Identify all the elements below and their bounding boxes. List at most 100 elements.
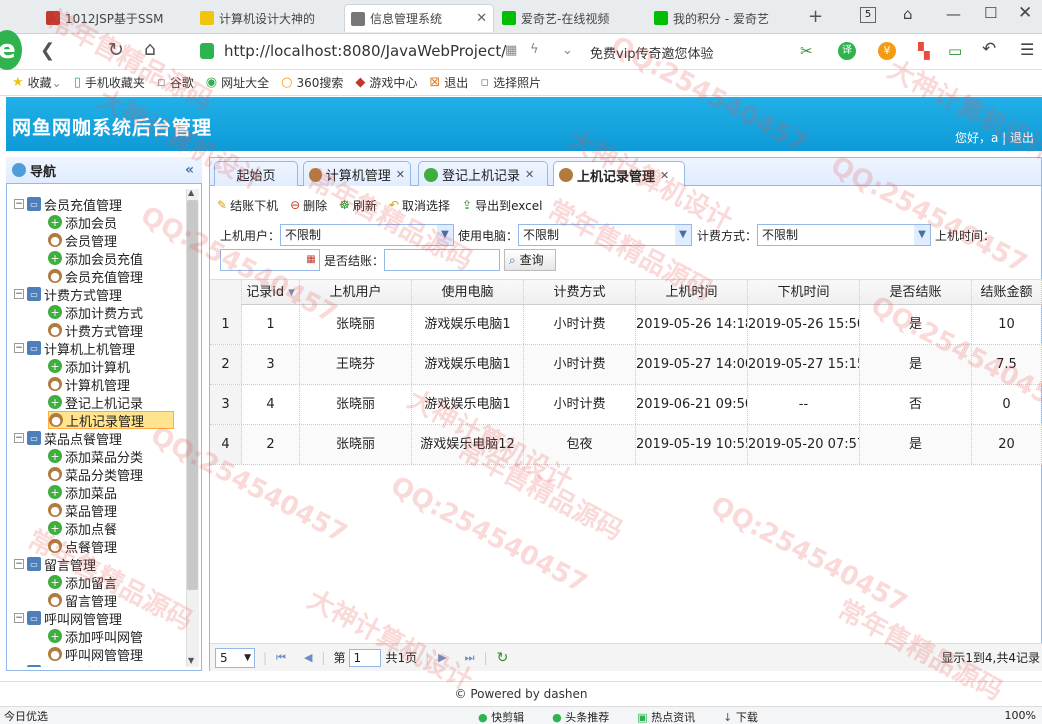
- status-item[interactable]: ● 快剪辑: [478, 709, 524, 724]
- promo-text[interactable]: 免费vip传奇邀您体验: [590, 43, 714, 62]
- expand-toggle-icon[interactable]: −: [14, 199, 24, 209]
- bookmark-item[interactable]: ▯ 手机收藏夹: [74, 74, 145, 91]
- tree-group[interactable]: − ▭ 菜品点餐管理: [14, 429, 122, 448]
- column-header[interactable]: 使用电脑: [412, 280, 524, 305]
- column-header[interactable]: 是否结账: [860, 280, 972, 305]
- bookmark-item[interactable]: ○ 360搜索: [281, 74, 343, 91]
- sort-icon[interactable]: ▾: [284, 285, 295, 300]
- column-header[interactable]: 计费方式: [524, 280, 636, 305]
- expand-toggle-icon[interactable]: −: [14, 289, 24, 299]
- table-row[interactable]: 2 3 王晓芬 游戏娱乐电脑1 小时计费 2019-05-27 14:00 2019-05-…: [210, 345, 1042, 385]
- battery-icon[interactable]: ▭: [948, 42, 962, 60]
- toolbar-button[interactable]: ⊖ 删除: [290, 197, 327, 214]
- undo-icon[interactable]: ↶: [982, 39, 996, 59]
- tree-item[interactable]: + 添加计费方式: [48, 303, 143, 322]
- tree-item[interactable]: ● 留言管理: [48, 591, 117, 610]
- scissors-icon[interactable]: ✂: [800, 42, 813, 60]
- query-button[interactable]: ⌕ 查询: [504, 249, 556, 271]
- filter-pc-select[interactable]: 不限制 ▼: [518, 224, 692, 246]
- browser-tab[interactable]: 爱奇艺-在线视频: [496, 4, 646, 32]
- bookmark-item[interactable]: ◉ 网址大全: [206, 74, 269, 91]
- page-size-select[interactable]: 5 ▼: [215, 647, 255, 668]
- chevron-down-icon[interactable]: ⌄: [562, 43, 573, 58]
- collapse-icon[interactable]: «: [185, 162, 194, 178]
- column-header[interactable]: 记录id ▾: [242, 280, 300, 305]
- next-page-icon[interactable]: ▶: [438, 651, 446, 664]
- last-page-icon[interactable]: ⏭: [465, 651, 475, 665]
- tree-group[interactable]: − ▭ 计算机上机管理: [14, 339, 135, 358]
- filter-settled-input[interactable]: [384, 249, 500, 271]
- tree-item[interactable]: + 登记上机记录: [48, 393, 143, 412]
- table-row[interactable]: 3 4 张晓丽 游戏娱乐电脑1 小时计费 2019-06-21 09:50 -- 否 0: [210, 385, 1042, 425]
- tree-group[interactable]: − ▭ 留言管理: [14, 555, 96, 574]
- tree-item[interactable]: ● 计费方式管理: [48, 321, 143, 340]
- url-input[interactable]: http://localhost:8080/JavaWebProject/: [224, 42, 506, 60]
- menu-icon[interactable]: ☰: [1020, 40, 1034, 59]
- tree-group[interactable]: − ▭ 呼叫网管管理: [14, 609, 122, 628]
- tree-item[interactable]: ● 计算机管理: [48, 375, 130, 394]
- reload-icon[interactable]: ↻: [108, 39, 124, 61]
- bookmark-item[interactable]: ▫ 选择照片: [480, 74, 541, 91]
- toolbar-button[interactable]: ☸ 刷新: [339, 197, 377, 214]
- translate-icon[interactable]: 译: [838, 42, 856, 60]
- chevron-down-icon[interactable]: ▼: [437, 225, 453, 245]
- tree-item[interactable]: ● 上机记录管理: [48, 411, 174, 430]
- tab-4[interactable]: 上机记录管理 ✕: [553, 161, 685, 188]
- browser-tab[interactable]: 1012JSP基于SSM: [40, 4, 190, 32]
- tree-group[interactable]: − ▭ 会员充值管理: [14, 195, 122, 214]
- close-tab-icon[interactable]: ✕: [396, 168, 405, 181]
- tree-item[interactable]: + 添加点餐: [48, 519, 117, 538]
- tab-count[interactable]: 5: [860, 7, 876, 23]
- close-tab-icon[interactable]: ✕: [472, 11, 487, 26]
- tree-item[interactable]: ● 会员充值管理: [48, 267, 143, 286]
- shirt-icon[interactable]: ⌂: [903, 5, 913, 23]
- grid-icon[interactable]: ▦: [505, 43, 517, 58]
- tree-item[interactable]: + 添加计算机: [48, 357, 130, 376]
- bookmark-item[interactable]: ⊠ 退出: [429, 74, 468, 91]
- browser-tab[interactable]: 我的积分 - 爱奇艺: [648, 4, 798, 32]
- new-tab-button[interactable]: +: [808, 6, 823, 27]
- expand-toggle-icon[interactable]: −: [14, 613, 24, 623]
- filter-time-input[interactable]: ▦: [220, 249, 320, 271]
- column-header[interactable]: 结账金额: [972, 280, 1042, 305]
- tab-3[interactable]: 登记上机记录 ✕: [418, 161, 548, 187]
- calendar-icon[interactable]: ▦: [303, 250, 319, 270]
- tree-item[interactable]: ● 菜品管理: [48, 501, 117, 520]
- sidebar-scroll-thumb[interactable]: [187, 200, 198, 590]
- tree-group[interactable]: − ▭ 计费方式管理: [14, 285, 122, 304]
- zoom-level[interactable]: 100%: [1005, 709, 1036, 722]
- table-row[interactable]: 4 2 张晓丽 游戏娱乐电脑12 包夜 2019-05-19 10:55 2019-05-2…: [210, 425, 1042, 465]
- page-input[interactable]: 1: [349, 648, 382, 667]
- column-header[interactable]: 下机时间: [748, 280, 860, 305]
- apps-icon[interactable]: ▚: [918, 42, 930, 60]
- tree-item[interactable]: ● 点餐管理: [48, 537, 117, 556]
- money-icon[interactable]: ¥: [878, 42, 896, 60]
- home-icon[interactable]: ⌂: [144, 38, 156, 60]
- chevron-down-icon[interactable]: ▼: [675, 225, 691, 245]
- expand-toggle-icon[interactable]: −: [14, 433, 24, 443]
- lightning-icon[interactable]: ϟ: [530, 42, 539, 57]
- scroll-down-icon[interactable]: ▼: [188, 656, 194, 665]
- expand-toggle-icon[interactable]: −: [14, 559, 24, 569]
- table-row[interactable]: 1 1 张晓丽 游戏娱乐电脑1 小时计费 2019-05-26 14:18 2019-05-…: [210, 305, 1042, 345]
- toolbar-button[interactable]: ⇪ 导出到excel: [462, 197, 542, 214]
- bookmark-item[interactable]: ◆ 游戏中心: [355, 74, 417, 91]
- maximize-icon[interactable]: ☐: [984, 4, 997, 22]
- tree-group[interactable]: −▭新闻公告管理: [14, 663, 122, 667]
- close-tab-icon[interactable]: ✕: [660, 169, 669, 182]
- browser-tab[interactable]: 信息管理系统 ✕: [344, 4, 494, 32]
- tree-item[interactable]: + 添加会员: [48, 213, 117, 232]
- status-item[interactable]: ▣ 热点资讯: [637, 709, 695, 724]
- tree-item[interactable]: + 添加留言: [48, 573, 117, 592]
- status-item[interactable]: ↓ 下载: [723, 709, 758, 724]
- close-tab-icon[interactable]: ✕: [525, 168, 534, 181]
- tree-item[interactable]: + 添加菜品: [48, 483, 117, 502]
- bookmark-item[interactable]: ★ 收藏 ⌄: [12, 74, 62, 91]
- toolbar-button[interactable]: ✎ 结账下机: [217, 197, 278, 214]
- tree-item[interactable]: ● 菜品分类管理: [48, 465, 143, 484]
- tree-item[interactable]: + 添加呼叫网管: [48, 627, 143, 646]
- first-page-icon[interactable]: ⏮: [276, 651, 286, 665]
- column-header[interactable]: 上机时间: [636, 280, 748, 305]
- status-item[interactable]: ● 头条推荐: [552, 709, 609, 724]
- toolbar-button[interactable]: ↶ 取消选择: [389, 197, 450, 214]
